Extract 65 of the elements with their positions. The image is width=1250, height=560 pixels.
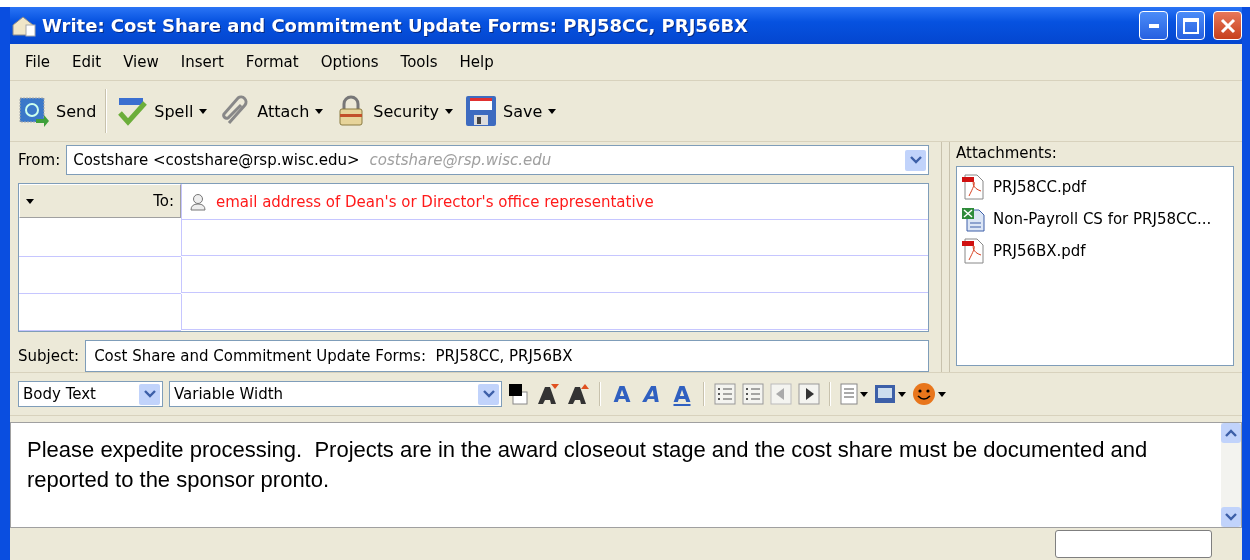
window-title: Write: Cost Share and Commitment Update Forms: PRJ58CC, PRJ56BX	[42, 15, 749, 36]
smiley-button[interactable]	[912, 380, 946, 408]
menu-item[interactable]: Help	[448, 53, 505, 71]
recipient-field[interactable]: email address of Dean's or Director's office representative	[181, 184, 928, 220]
font-select[interactable]: Variable Width	[169, 381, 502, 407]
from-label: From:	[18, 151, 61, 169]
caret-icon[interactable]	[26, 198, 34, 204]
chevron-down-icon	[909, 156, 922, 164]
maximize-button[interactable]	[1176, 11, 1205, 40]
attachment-item[interactable]: PRJ56BX.pdf	[993, 242, 1086, 260]
numbered-list-icon[interactable]	[742, 383, 764, 405]
align-button[interactable]	[840, 380, 868, 408]
menu-item[interactable]: View	[112, 53, 170, 71]
envelope-icon	[12, 14, 36, 37]
attachment-item[interactable]: PRJ58CC.pdf	[993, 178, 1087, 196]
recipient-type-button[interactable]: To:	[19, 184, 181, 218]
dropdown-caret-icon[interactable]	[199, 108, 208, 114]
close-button[interactable]	[1213, 11, 1242, 40]
menu-item[interactable]: Insert	[169, 53, 235, 71]
italic-button[interactable]: A	[640, 380, 664, 408]
save-button[interactable]: Save	[459, 86, 563, 136]
chevron-down-icon	[143, 390, 156, 398]
subject-field[interactable]: Cost Share and Commitment Update Forms: PRJ58CC, PRJ56BX	[85, 340, 929, 372]
scroll-up-icon	[1225, 429, 1237, 437]
pdf-file-icon	[961, 174, 985, 200]
paragraph-style-select[interactable]: Body Text	[18, 381, 163, 407]
caret-icon[interactable]	[860, 391, 868, 397]
recipient-field[interactable]	[181, 220, 928, 256]
dropdown-caret-icon[interactable]	[548, 108, 557, 114]
caret-icon[interactable]	[898, 391, 906, 397]
pdf-file-icon	[961, 238, 985, 264]
spell-button[interactable]: Spell	[110, 86, 214, 136]
text-color-icon[interactable]	[508, 383, 530, 405]
attachments-label: Attachments:	[956, 144, 1058, 162]
recipient-field[interactable]	[181, 294, 928, 330]
menu-item[interactable]: Tools	[389, 53, 449, 71]
dropdown-caret-icon[interactable]	[445, 108, 453, 114]
menu-item[interactable]: Format	[234, 53, 310, 71]
close-icon	[1219, 17, 1236, 34]
minimize-icon	[1148, 23, 1159, 28]
attachment-item[interactable]: Non-Payroll CS for PRJ58CC...	[993, 210, 1212, 228]
maximize-icon	[1182, 17, 1199, 34]
stamp-icon	[18, 95, 50, 127]
subject-label: Subject:	[18, 347, 80, 365]
recipient-field[interactable]	[181, 257, 928, 293]
chevron-down-icon	[1225, 513, 1237, 521]
from-dropdown[interactable]: Costshare <costshare@rsp.wisc.edu> costshare@rsp.wisc.edu	[66, 145, 929, 175]
underline-button[interactable]: A	[670, 380, 694, 408]
bulleted-list-icon[interactable]	[714, 383, 736, 405]
minimize-button[interactable]	[1139, 11, 1168, 40]
checkmark-icon	[116, 95, 149, 127]
send-button[interactable]: Send	[12, 86, 103, 136]
menu-item[interactable]: Edit	[61, 53, 113, 71]
caret-icon[interactable]	[938, 391, 946, 397]
attach-button[interactable]: Attach	[213, 86, 330, 136]
menu-item[interactable]: Options	[309, 53, 390, 71]
spreadsheet-file-icon	[961, 206, 985, 232]
bold-button[interactable]: A	[610, 380, 634, 408]
scrollbar[interactable]	[1221, 423, 1241, 527]
indent-icon[interactable]	[798, 383, 820, 405]
menu-item[interactable]: File	[14, 53, 62, 71]
person-icon	[190, 192, 206, 211]
chevron-down-icon	[482, 390, 495, 398]
dropdown-caret-icon[interactable]	[315, 108, 324, 114]
security-button[interactable]: Security	[329, 86, 459, 136]
